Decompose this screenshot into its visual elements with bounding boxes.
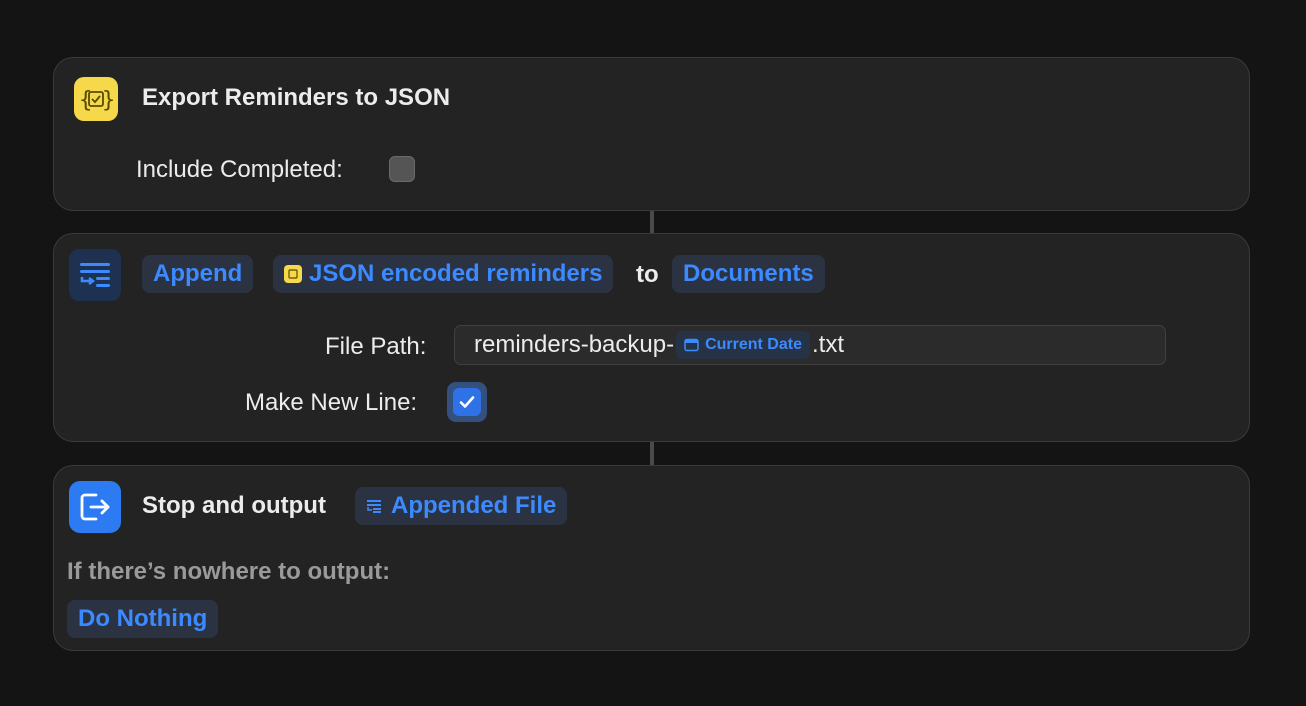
action-connector [650, 442, 654, 465]
do-nothing-token[interactable]: Do Nothing [67, 600, 219, 638]
stop-and-output-action[interactable]: Stop and output Appended File If there’s… [53, 465, 1250, 651]
json-encoded-reminders-token[interactable]: JSON encoded reminders [273, 255, 614, 293]
fallback-label: If there’s nowhere to output: [67, 558, 391, 585]
token-label: Appended File [391, 492, 557, 519]
append-lines-icon [69, 249, 121, 301]
svg-text:}: } [102, 88, 115, 113]
appended-file-token[interactable]: Appended File [355, 487, 568, 525]
braces-checkbox-icon [284, 265, 302, 283]
file-path-label: File Path: [325, 333, 427, 360]
exit-door-icon [69, 481, 121, 533]
include-completed-label: Include Completed: [136, 156, 343, 183]
checkmark-icon [453, 388, 481, 416]
braces-checkbox-icon: { } [74, 77, 118, 121]
export-reminders-action[interactable]: { } Export Reminders to JSON Include Com… [53, 57, 1250, 211]
action-title: Stop and output [142, 492, 326, 519]
append-action[interactable]: Append JSON encoded reminders to Documen… [53, 233, 1250, 442]
make-new-line-checkbox[interactable] [447, 382, 487, 422]
current-date-label: Current Date [705, 336, 802, 353]
file-path-field[interactable]: reminders-backup- Current Date .txt [454, 325, 1166, 365]
make-new-line-label: Make New Line: [245, 389, 418, 416]
current-date-token[interactable]: Current Date [676, 331, 810, 359]
token-label: JSON encoded reminders [309, 260, 603, 287]
documents-token[interactable]: Documents [672, 255, 825, 293]
include-completed-checkbox[interactable] [389, 156, 415, 182]
file-path-prefix: reminders-backup- [474, 331, 675, 358]
action-title: Export Reminders to JSON [142, 84, 451, 111]
to-label: to [636, 261, 659, 288]
append-lines-icon [367, 500, 381, 513]
action-connector [650, 211, 654, 233]
calendar-icon [684, 338, 699, 352]
append-verb-token[interactable]: Append [142, 255, 254, 293]
file-path-suffix: .txt [811, 331, 844, 358]
